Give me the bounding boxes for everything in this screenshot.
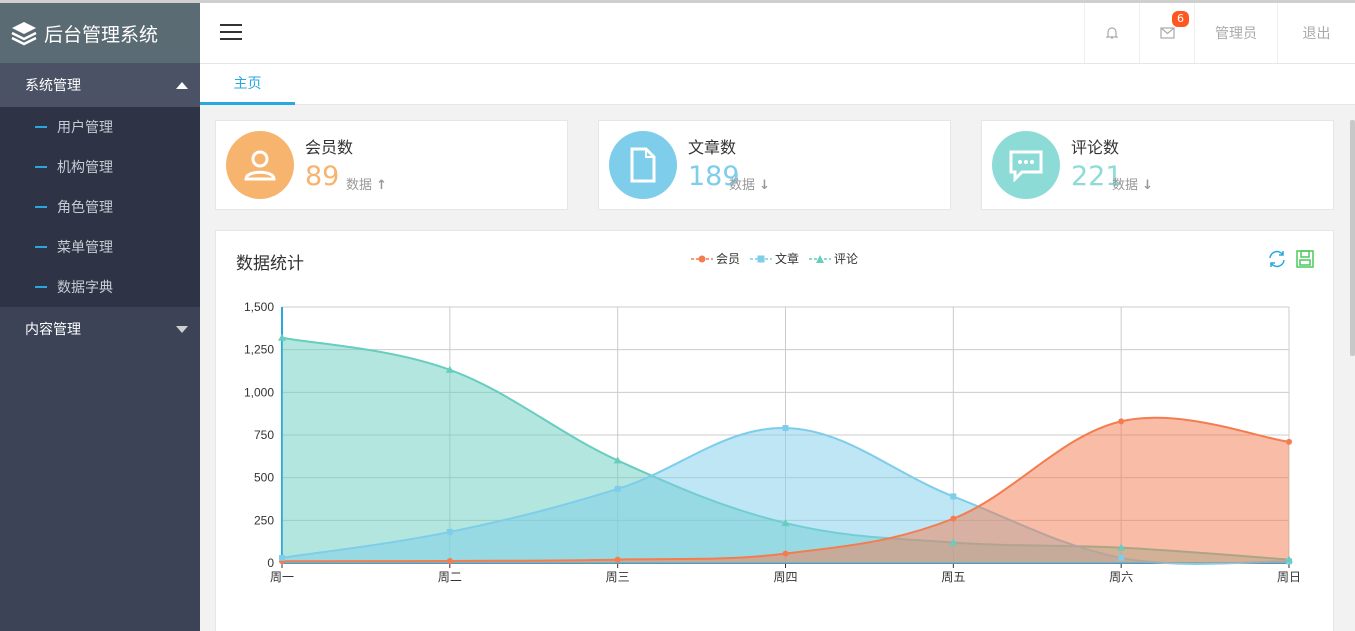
stat-trend: 数据 ↑ [346,178,388,193]
mail-button[interactable]: 6 [1139,3,1194,63]
dash-icon [35,286,47,288]
y-tick-label: 1,500 [244,300,274,314]
nav-group-content[interactable]: 内容管理 [0,307,200,351]
data-point [1118,554,1125,561]
y-tick-label: 250 [254,513,274,527]
document-icon [609,131,677,199]
x-tick-label: 周六 [1109,570,1133,584]
dash-icon [35,246,47,248]
dash-icon [35,206,47,208]
sidebar-item-roles[interactable]: 角色管理 [0,187,200,227]
nav-group-system[interactable]: 系统管理 [0,63,200,107]
x-tick-label: 周日 [1277,570,1301,584]
page-scrollbar[interactable] [1350,120,1355,356]
data-point [279,554,285,561]
top-header: 6 管理员 退出 [200,0,1355,64]
arrow-up-icon: ↑ [376,178,388,193]
tab-bar: 主页 [200,64,1355,105]
stat-trend: 数据 ↓ [1112,178,1154,193]
user-menu[interactable]: 管理员 [1194,3,1277,63]
header-actions: 6 管理员 退出 [1084,3,1355,63]
data-point [950,515,957,522]
y-tick-label: 1,000 [244,385,274,399]
user-icon [226,131,294,199]
logout-button[interactable]: 退出 [1277,3,1355,63]
data-point [950,493,957,500]
tab-label: 主页 [233,76,262,92]
stat-card-articles: 文章数 189 数据 ↓ [598,120,951,210]
data-point [782,425,789,432]
data-point [1118,418,1125,425]
mail-icon [1159,27,1175,39]
sidebar-item-label: 机构管理 [57,160,113,176]
y-tick-label: 0 [267,556,274,570]
sidebar-item-label: 数据字典 [57,280,113,296]
caret-up-icon [176,81,188,89]
subnav-system: 用户管理 机构管理 角色管理 菜单管理 数据字典 [0,107,200,307]
stat-title: 文章数 [688,138,737,157]
nav-group-label: 系统管理 [25,78,81,94]
dash-icon [35,126,47,128]
sidebar-item-users[interactable]: 用户管理 [0,107,200,147]
app-title: 后台管理系统 [44,23,159,46]
data-point [1286,438,1292,445]
arrow-down-icon: ↓ [1142,178,1154,193]
menu-toggle-icon[interactable] [220,19,242,45]
y-tick-label: 500 [254,471,274,485]
notification-button[interactable] [1084,3,1139,63]
stat-title: 评论数 [1071,138,1120,157]
dash-icon [35,166,47,168]
x-tick-label: 周二 [438,570,462,584]
layers-icon [10,20,38,46]
comment-icon [992,131,1060,199]
data-point [614,485,621,492]
data-point [446,528,453,535]
data-point [446,557,453,564]
data-point [782,550,789,557]
sidebar-item-menus[interactable]: 菜单管理 [0,227,200,267]
user-name: 管理员 [1215,26,1257,42]
stat-trend: 数据 ↓ [729,178,771,193]
sidebar-item-label: 角色管理 [57,200,113,216]
caret-down-icon [176,325,188,333]
mail-count-badge: 6 [1172,11,1189,27]
stat-card-members: 会员数 89 数据 ↑ [215,120,568,210]
arrow-down-icon: ↓ [759,178,771,193]
sidebar-item-label: 菜单管理 [57,240,113,256]
bell-icon [1105,27,1119,39]
logout-label: 退出 [1302,26,1331,42]
area-chart: 0 250 500 750 1,000 1,250 1,500 周一 周二 周三 周四 周五 周六 周日 [244,300,1301,584]
stat-title: 会员数 [305,138,354,157]
stat-card-comments: 评论数 221 数据 ↓ [981,120,1334,210]
x-tick-label: 周四 [773,570,797,584]
stat-value: 89 [305,161,340,192]
sidebar: 后台管理系统 系统管理 用户管理 机构管理 角色管理 菜单管理 数据字典 内容管… [0,0,200,631]
sidebar-item-label: 用户管理 [57,120,113,136]
x-tick-label: 周五 [941,570,965,584]
nav-group-label: 内容管理 [25,322,81,338]
chart-panel: 数据统计 会员 文章 评论 0 250 500 750 1,000 1,250 1,500 周… [215,230,1334,631]
sidebar-item-orgs[interactable]: 机构管理 [0,147,200,187]
sidebar-item-dictionary[interactable]: 数据字典 [0,267,200,307]
tab-home[interactable]: 主页 [200,64,295,105]
x-tick-label: 周一 [270,570,294,584]
y-tick-label: 750 [254,428,274,442]
data-point [614,556,621,563]
y-tick-label: 1,250 [244,343,274,357]
app-logo[interactable]: 后台管理系统 [0,0,200,63]
x-tick-label: 周三 [606,570,630,584]
